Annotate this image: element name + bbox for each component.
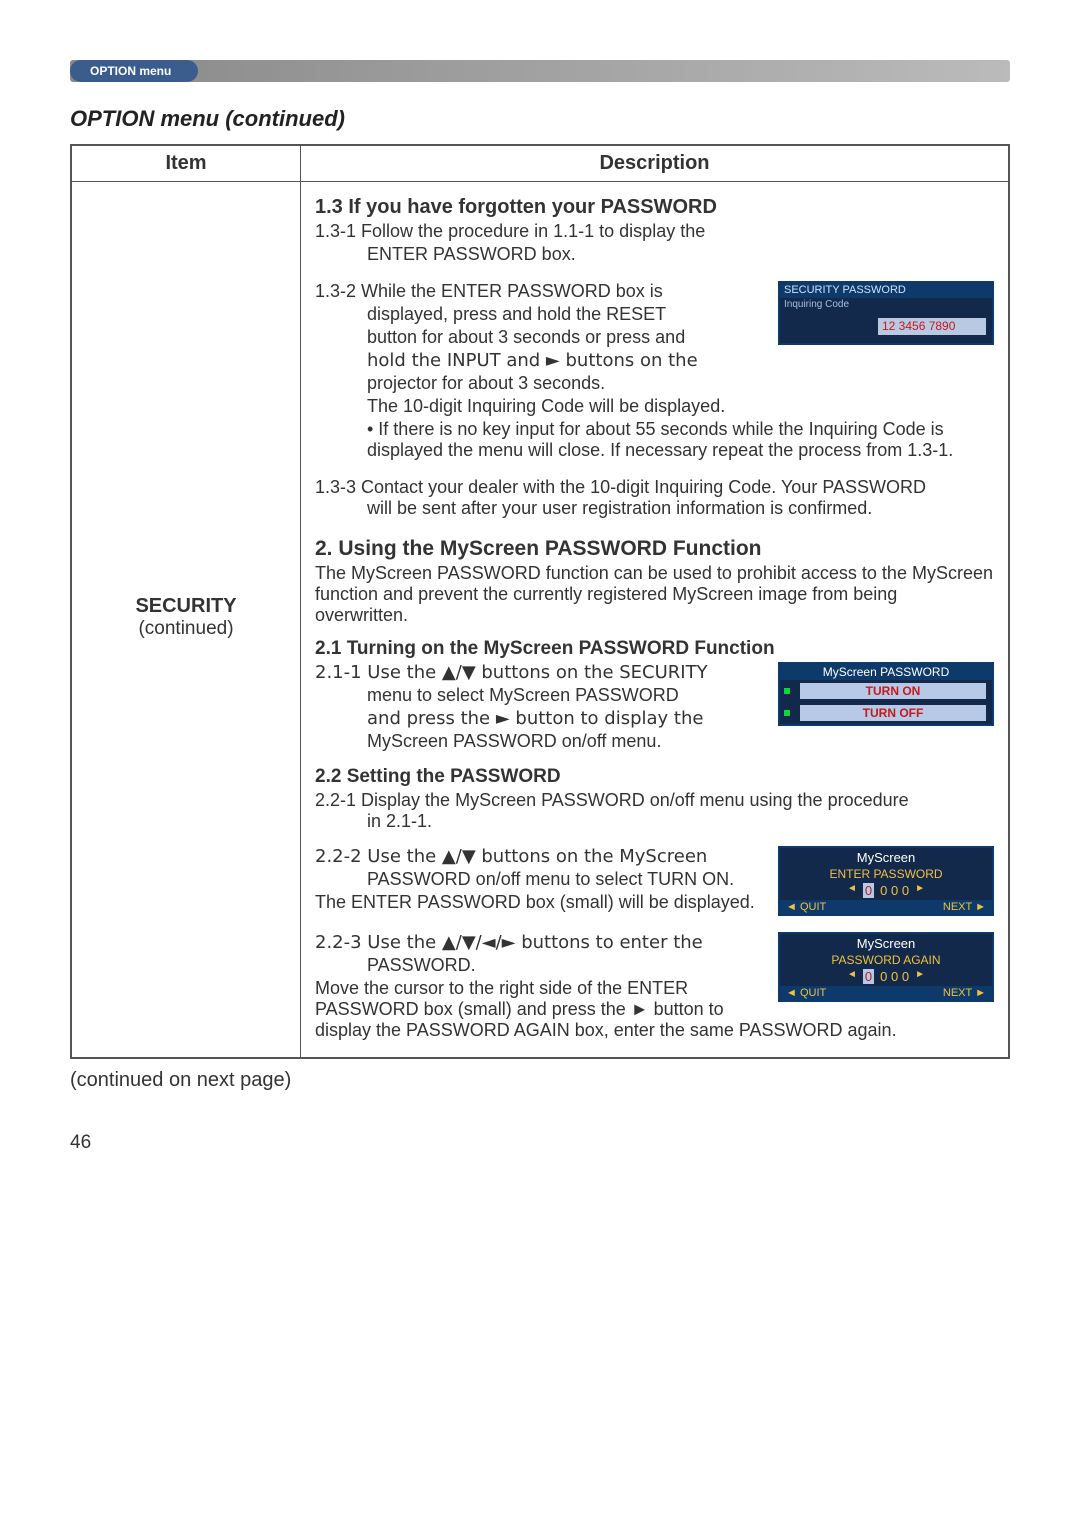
section-title: OPTION menu (continued) (70, 106, 1010, 132)
text-1-3-2g: • If there is no key input for about 55 … (315, 419, 994, 461)
content-table: Item Description SECURITY (continued) 1.… (70, 144, 1010, 1059)
osd-enter-password: MyScreen ENTER PASSWORD ◄ 0 0 0 0 ► ◄ QU… (778, 846, 994, 916)
osd-ep-sub: ENTER PASSWORD (780, 867, 992, 881)
header-bar: OPTION menu (70, 60, 1010, 82)
osd-ep-next: NEXT ► (943, 901, 986, 913)
header-tab: OPTION menu (70, 60, 187, 82)
osd-pa-title: MyScreen (780, 934, 992, 953)
heading-2: 2. Using the MyScreen PASSWORD Function (315, 537, 994, 561)
osd-pa-quit: ◄ QUIT (786, 987, 826, 999)
col-header-description: Description (301, 145, 1010, 182)
osd-myscreen-title: MyScreen PASSWORD (780, 664, 992, 680)
heading-2-1: 2.1 Turning on the MyScreen PASSWORD Fun… (315, 638, 994, 660)
table-row: SECURITY (continued) 1.3 If you have for… (71, 182, 1009, 1059)
osd-ep-title: MyScreen (780, 848, 992, 867)
continued-note: (continued on next page) (70, 1069, 1010, 1092)
osd-title: SECURITY PASSWORD (780, 283, 992, 298)
item-label: SECURITY (86, 595, 286, 618)
text-1-3-2f: The 10-digit Inquiring Code will be disp… (315, 396, 994, 417)
header-tab-label: OPTION menu (90, 64, 171, 78)
osd-myscreen-password: MyScreen PASSWORD TURN ON TURN OFF (778, 662, 994, 726)
cell-item: SECURITY (continued) (71, 182, 301, 1059)
text-2-2-1: 2.2-1 Display the MyScreen PASSWORD on/o… (315, 790, 994, 832)
text-1-3-3: 1.3-3 Contact your dealer with the 10-di… (315, 477, 994, 519)
triangle-right-icon: ► (915, 883, 925, 898)
cell-description: 1.3 If you have forgotten your PASSWORD … (301, 182, 1010, 1059)
marker-icon (784, 688, 790, 694)
triangle-left-icon: ◄ (847, 883, 857, 898)
osd-turn-on: TURN ON (800, 683, 986, 699)
osd-turn-off: TURN OFF (800, 705, 986, 721)
osd-pa-next: NEXT ► (943, 987, 986, 999)
osd-pa-digits: ◄ 0 0 0 0 ► (780, 967, 992, 986)
page-number: 46 (70, 1092, 1010, 1154)
osd-ep-quit: ◄ QUIT (786, 901, 826, 913)
text-2-1-1d: MyScreen PASSWORD on/off menu. (315, 731, 994, 752)
col-header-item: Item (71, 145, 301, 182)
item-sub: (continued) (86, 618, 286, 640)
triangle-left-icon: ◄ (847, 969, 857, 984)
triangle-right-icon: ► (915, 969, 925, 984)
osd-pa-sub: PASSWORD AGAIN (780, 953, 992, 967)
text-1-3-1a: 1.3-1 Follow the procedure in 1.1-1 to d… (315, 221, 994, 242)
osd-pa-digits-rest: 0 0 0 (880, 969, 909, 984)
text-1-3-1b: ENTER PASSWORD box. (315, 244, 994, 265)
text-1-3-2d: hold the INPUT and ► buttons on the (315, 350, 994, 371)
osd-security-password: SECURITY PASSWORD Inquiring Code 12 3456… (778, 281, 994, 345)
osd-password-again: MyScreen PASSWORD AGAIN ◄ 0 0 0 0 ► ◄ QU… (778, 932, 994, 1002)
osd-ep-digits-rest: 0 0 0 (880, 883, 909, 898)
marker-icon (784, 710, 790, 716)
osd-ep-digits: ◄ 0 0 0 0 ► (780, 881, 992, 900)
osd-ep-digit-selected: 0 (863, 883, 874, 898)
heading-1-3: 1.3 If you have forgotten your PASSWORD (315, 196, 994, 219)
text-1-3-2e: projector for about 3 seconds. (315, 373, 994, 394)
text-2: The MyScreen PASSWORD function can be us… (315, 563, 994, 626)
osd-pa-digit-selected: 0 (863, 969, 874, 984)
osd-subtitle: Inquiring Code (780, 298, 992, 312)
heading-2-2: 2.2 Setting the PASSWORD (315, 766, 994, 788)
osd-inquiring-code: 12 3456 7890 (878, 318, 986, 334)
